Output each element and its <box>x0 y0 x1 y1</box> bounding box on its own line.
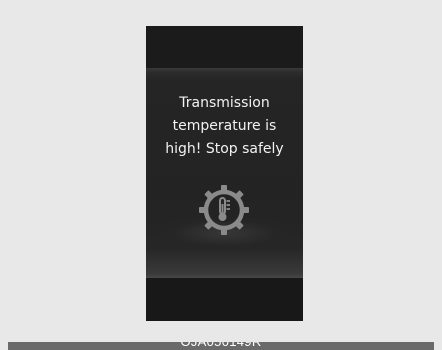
warning-message-line-3: high! Stop safely <box>165 141 284 157</box>
warning-message-line-2: temperature is <box>172 118 277 134</box>
cluster-display: Transmission temperature is high! Stop s… <box>146 26 303 321</box>
transmission-temperature-gear-icon <box>199 185 249 235</box>
figure-code-bar: OJA050149R <box>8 342 434 350</box>
warning-message: Transmission temperature is high! Stop s… <box>146 92 303 161</box>
display-bottom-band <box>146 278 303 321</box>
display-top-band <box>146 26 303 68</box>
figure-code: OJA050149R <box>8 342 434 350</box>
warning-message-line-1: Transmission <box>179 95 270 111</box>
